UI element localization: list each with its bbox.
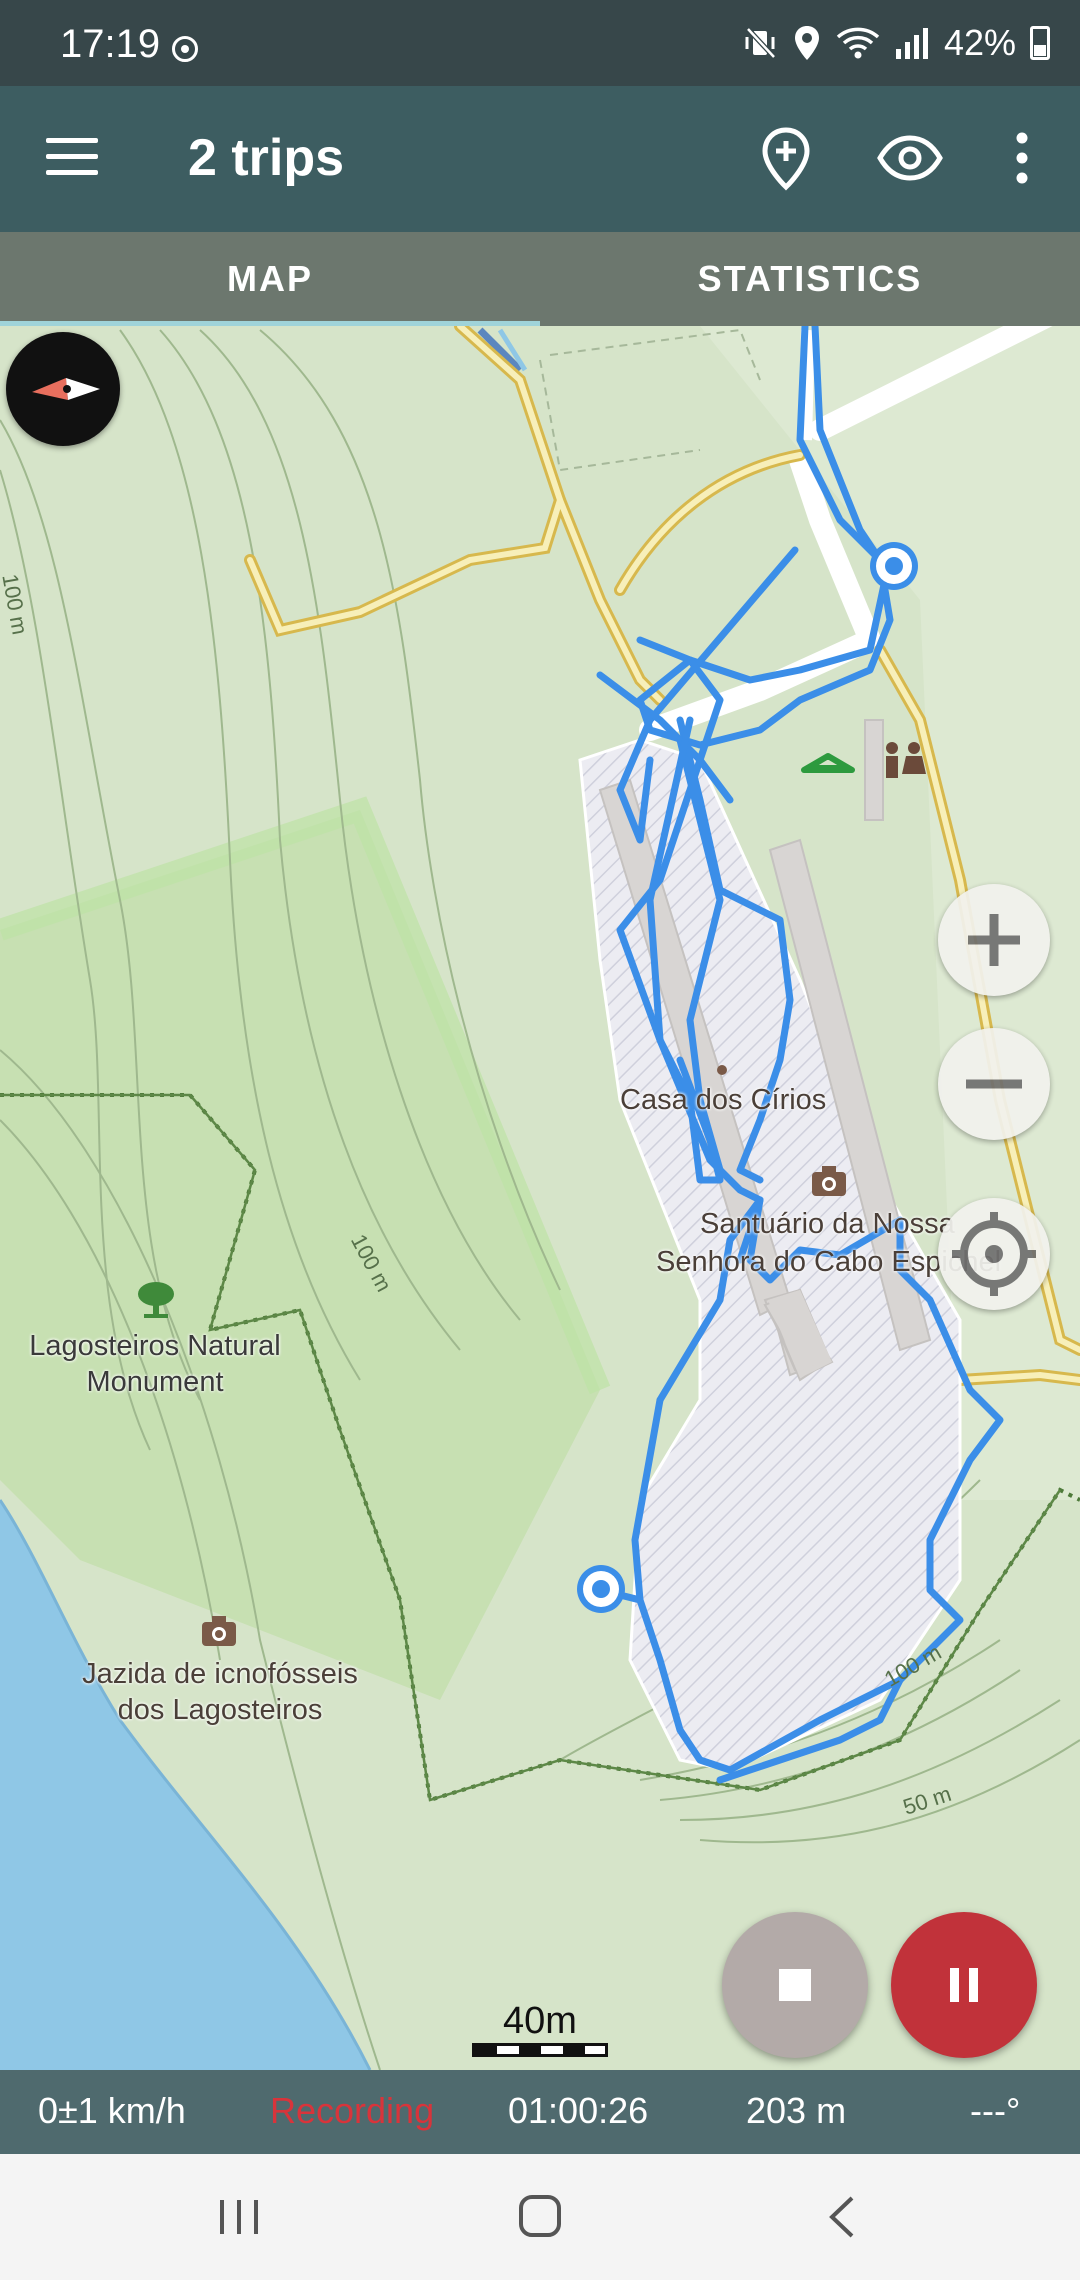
app-bar: 2 trips [0,86,1080,232]
battery-icon [1030,26,1050,60]
elevation-value: 203 m [746,2090,847,2131]
heading-value: ---° [970,2090,1021,2131]
tab-bar: MAP STATISTICS [0,232,1080,326]
poi-santuario-label-1: Santuário da Nossa [700,1208,955,1240]
scale-label: 40m [503,2000,577,2042]
minus-icon [966,1079,1022,1089]
eye-icon[interactable] [874,122,946,194]
recording-status: Recording [270,2090,435,2131]
zoom-in-button[interactable] [938,884,1050,996]
speed-value: 0±1 km/h [38,2090,186,2131]
track-start-marker [870,542,918,590]
status-time: 17:19 [60,22,161,66]
tab-statistics[interactable]: STATISTICS [540,232,1080,326]
vibrate-off-icon [745,27,776,59]
crosshair-icon [952,1212,1036,1296]
plus-icon [968,914,1020,966]
poi-jazida-label-1: Jazida de icnofósseis [82,1658,358,1690]
stop-recording-button[interactable] [722,1912,868,2058]
compass-button[interactable] [6,332,120,446]
status-bar: 17:19 42% [0,0,1080,86]
battery-percent: 42% [943,22,1016,63]
recording-dot-icon [172,36,198,62]
signal-icon [895,28,928,59]
map-view[interactable]: Casa dos Círios Santuário da Nossa Senho… [0,326,1080,2070]
zoom-out-button[interactable] [938,1028,1050,1140]
more-icon[interactable] [986,122,1058,194]
tab-map[interactable]: MAP [0,232,540,326]
recording-info-bar: 0±1 km/h Recording 01:00:26 203 m ---° [0,2070,1080,2154]
menu-icon[interactable] [46,138,98,186]
home-icon[interactable] [505,2184,575,2250]
poi-casa-label: Casa dos Círios [620,1084,827,1116]
map-scale: 40m [472,2000,608,2057]
system-nav-bar [0,2154,1080,2280]
poi-lagosteiros-label-1: Lagosteiros Natural [29,1330,281,1362]
scale-bar [472,2043,608,2057]
location-icon [794,26,819,60]
status-icons: 42% [742,22,1050,64]
poi-lagosteiros-label-2: Monument [86,1366,224,1398]
locate-button[interactable] [938,1198,1050,1310]
add-marker-icon[interactable] [750,122,822,194]
compass-icon [32,378,100,400]
track-end-marker [577,1565,625,1613]
page-title: 2 trips [188,129,345,187]
back-icon[interactable] [808,2184,878,2250]
recents-icon[interactable] [204,2184,274,2250]
pause-recording-button[interactable] [891,1912,1037,2058]
wifi-icon [836,27,880,59]
duration-value: 01:00:26 [508,2090,649,2131]
poi-jazida-label-2: dos Lagosteiros [117,1694,323,1726]
